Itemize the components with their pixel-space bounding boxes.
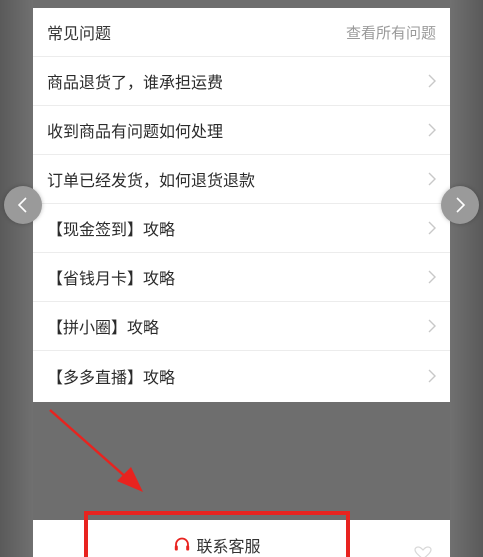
faq-item-label: 【多多直播】攻略 bbox=[47, 367, 176, 387]
faq-item-monthly-card[interactable]: 【省钱月卡】攻略 bbox=[33, 253, 450, 302]
faq-item-label: 【省钱月卡】攻略 bbox=[47, 269, 176, 288]
left-backdrop bbox=[0, 0, 33, 557]
chevron-right-icon bbox=[428, 221, 436, 235]
chevron-right-icon bbox=[428, 123, 436, 137]
faq-header: 常见问题 查看所有问题 bbox=[33, 8, 450, 57]
chevron-right-icon bbox=[456, 197, 466, 213]
contact-service-label: 联系客服 bbox=[196, 537, 261, 556]
chevron-right-icon bbox=[428, 172, 436, 186]
contact-service-button[interactable]: 联系客服 bbox=[84, 511, 350, 557]
chevron-right-icon bbox=[428, 270, 436, 284]
faq-item-label: 订单已经发货，如何退货退款 bbox=[47, 171, 256, 190]
faq-item-label: 商品退货了，谁承担运费 bbox=[47, 73, 224, 92]
faq-item-pin-circle[interactable]: 【拼小圈】攻略 bbox=[33, 302, 450, 351]
faq-item-live-stream[interactable]: 【多多直播】攻略 bbox=[33, 351, 450, 400]
faq-page: 常见问题 查看所有问题 商品退货了，谁承担运费 收到商品有问题如何处理 订单已经… bbox=[0, 0, 483, 557]
faq-item-label: 【现金签到】攻略 bbox=[47, 220, 176, 239]
view-all-questions-link[interactable]: 查看所有问题 bbox=[346, 22, 436, 43]
headset-icon bbox=[175, 537, 190, 551]
prev-page-button[interactable] bbox=[4, 186, 42, 224]
faq-item-label: 【拼小圈】攻略 bbox=[47, 318, 160, 337]
chevron-right-icon bbox=[428, 319, 436, 333]
chevron-right-icon bbox=[428, 369, 436, 382]
chevron-left-icon bbox=[17, 197, 27, 213]
chevron-right-icon bbox=[428, 74, 436, 88]
faq-item-shipped-refund[interactable]: 订单已经发货，如何退货退款 bbox=[33, 155, 450, 204]
faq-item-label: 收到商品有问题如何处理 bbox=[47, 122, 224, 141]
right-backdrop bbox=[450, 0, 483, 557]
faq-card: 常见问题 查看所有问题 商品退货了，谁承担运费 收到商品有问题如何处理 订单已经… bbox=[33, 8, 450, 402]
heart-icon[interactable] bbox=[414, 546, 432, 557]
faq-list: 商品退货了，谁承担运费 收到商品有问题如何处理 订单已经发货，如何退货退款 【现… bbox=[33, 57, 450, 400]
contact-service-content: 联系客服 bbox=[173, 533, 261, 557]
faq-item-cash-checkin[interactable]: 【现金签到】攻略 bbox=[33, 204, 450, 253]
next-page-button[interactable] bbox=[441, 186, 479, 224]
faq-title: 常见问题 bbox=[47, 24, 112, 43]
faq-item-product-problem[interactable]: 收到商品有问题如何处理 bbox=[33, 106, 450, 155]
faq-item-return-shipping[interactable]: 商品退货了，谁承担运费 bbox=[33, 57, 450, 106]
